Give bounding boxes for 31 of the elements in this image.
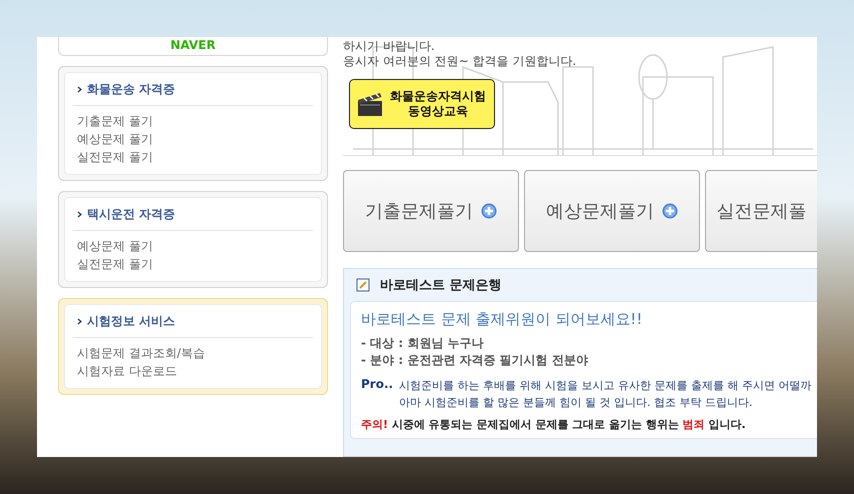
plus-icon [662, 203, 678, 219]
detail-text: - 대상 : 회원님 누구나 [361, 335, 484, 352]
chevron-icon [77, 211, 82, 218]
plus-icon [481, 203, 497, 219]
practice-button[interactable]: 실전문제풀 [705, 170, 817, 252]
sidebar-link[interactable]: 시험자료 다운로드 [73, 362, 313, 380]
panel-title: 바로테스트 문제은행 [380, 277, 502, 294]
sidebar-link[interactable]: 예상문제 풀기 [73, 237, 313, 255]
chevron-icon [77, 86, 82, 93]
chevron-icon [77, 318, 82, 325]
warning-text: 주의! 시중에 유통되는 문제집에서 문제를 그대로 옮기는 행위는 범죄 입니다. [361, 417, 747, 432]
section-title: 시험정보 서비스 [87, 313, 176, 330]
sidebar-link[interactable]: 실전문제 풀기 [73, 148, 313, 166]
practice-button[interactable]: 기출문제풀기 [343, 170, 519, 252]
section-title: 택시운전 자격증 [87, 206, 176, 223]
sidebar-link[interactable]: 실전문제 풀기 [73, 255, 313, 273]
video-lesson-button[interactable]: 화물운송자격시험 동영상교육 [349, 79, 495, 129]
pro-text: 아마 시험준비를 할 많은 분들께 힘이 될 것 입니다. 협조 부탁 드립니다. [399, 395, 754, 411]
sidebar-link[interactable]: 예상문제 풀기 [73, 130, 313, 148]
clapperboard-icon [356, 91, 384, 117]
section-title: 화물운송 자격증 [87, 81, 176, 98]
sidebar-link[interactable]: 기출문제 풀기 [73, 112, 313, 130]
intro-text: 응시자 여러분의 전원~ 합격을 기원합니다. [343, 54, 578, 69]
headline: 바로테스트 문제 출제위원이 되어보세요!! [361, 310, 644, 329]
intro-text: 하시기 바랍니다. [343, 39, 436, 54]
practice-button[interactable]: 예상문제풀기 [524, 170, 700, 252]
sidebar-link[interactable]: 시험문제 결과조회/복습 [73, 344, 313, 362]
notepad-icon [356, 278, 370, 292]
pro-label: Pro.. [361, 377, 394, 393]
pro-text: 시험준비를 하는 후배를 위해 시험을 보시고 유사한 문제를 출제를 해 주시면 어떨까 [399, 378, 812, 394]
detail-text: - 분야 : 운전관련 자격증 필기시험 전분야 [361, 352, 589, 369]
